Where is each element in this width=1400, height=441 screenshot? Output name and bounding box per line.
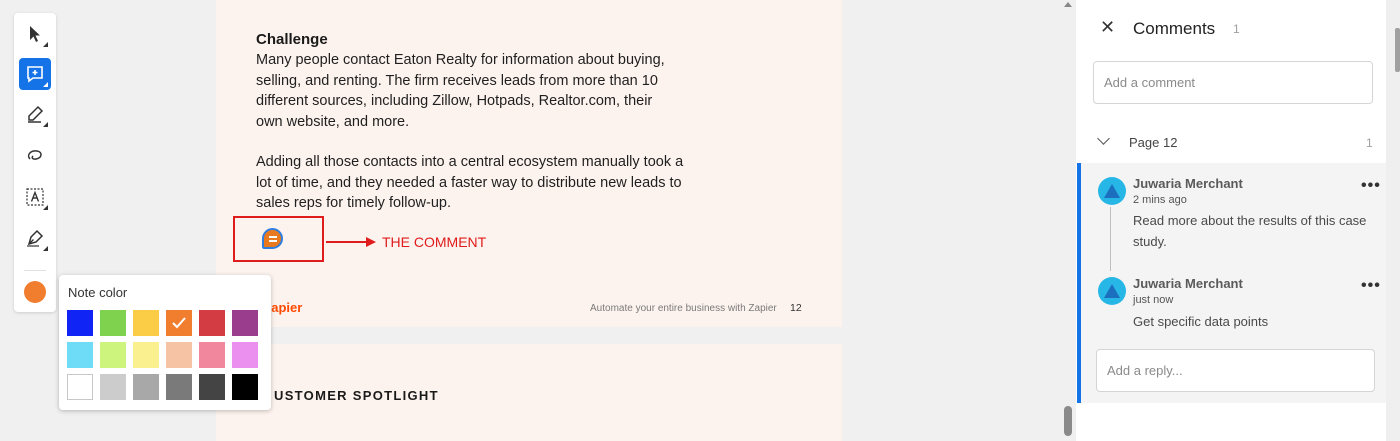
highlight-tool-button[interactable] — [19, 98, 51, 130]
color-swatch[interactable] — [232, 374, 258, 400]
color-swatch[interactable] — [199, 310, 225, 336]
color-swatch[interactable] — [166, 374, 192, 400]
reply-text: Get specific data points — [1133, 314, 1269, 329]
body-paragraph: Many people contact Eaton Realty for inf… — [256, 52, 665, 130]
document-page-12: Challenge Many people contact Eaton Real… — [216, 0, 842, 327]
color-swatch[interactable] — [133, 342, 159, 368]
lasso-freeform-icon — [27, 150, 42, 160]
checkmark-icon — [172, 317, 186, 329]
add-comment-tool-button[interactable] — [19, 58, 51, 90]
sign-tool-button[interactable] — [19, 222, 51, 254]
color-swatch[interactable] — [100, 310, 126, 336]
toolbar-divider — [24, 270, 46, 271]
page-group-label[interactable]: Page 12 — [1129, 135, 1177, 150]
more-options-icon[interactable]: ••• — [1361, 177, 1381, 195]
annotation-arrow-head — [366, 237, 376, 247]
note-color-popover: Note color — [59, 275, 271, 410]
popover-title: Note color — [68, 285, 128, 300]
comment-timestamp: 2 mins ago — [1133, 194, 1187, 206]
footer-page-number: 12 — [790, 302, 802, 314]
document-scroll-thumb[interactable] — [1064, 406, 1072, 436]
footer-text: Automate your entire business with Zapie… — [590, 303, 777, 314]
reply-author: Juwaria Merchant — [1133, 276, 1243, 291]
color-swatch[interactable] — [100, 342, 126, 368]
scroll-up-arrow-icon[interactable] — [1064, 2, 1072, 7]
color-swatch[interactable] — [100, 374, 126, 400]
comment-add-icon — [27, 66, 43, 83]
add-reply-input[interactable]: Add a reply... — [1096, 349, 1375, 392]
reply-timestamp: just now — [1133, 294, 1174, 306]
close-icon[interactable]: ✕ — [1100, 17, 1115, 38]
color-swatch[interactable] — [67, 374, 93, 400]
cursor-arrow-icon — [30, 26, 40, 42]
highlighter-pen-icon — [28, 105, 44, 123]
comments-panel: ✕ Comments 1 Add a comment Page 12 1 Juw… — [1076, 0, 1386, 441]
color-swatch[interactable] — [199, 342, 225, 368]
text-box-icon — [26, 188, 44, 206]
annotation-arrow — [326, 241, 368, 243]
color-swatch[interactable] — [166, 310, 192, 336]
body-paragraph: Adding all those contacts into a central… — [256, 154, 684, 211]
more-options-icon[interactable]: ••• — [1361, 277, 1381, 295]
comment-author: Juwaria Merchant — [1133, 176, 1243, 191]
annotation-toolbar — [14, 13, 56, 312]
comment-text: Read more about the results of this case… — [1133, 213, 1367, 249]
color-swatch[interactable] — [166, 342, 192, 368]
section-heading: Challenge — [256, 31, 328, 48]
select-tool-button[interactable] — [19, 18, 51, 50]
color-swatch[interactable] — [199, 374, 225, 400]
document-scrollbar[interactable] — [1060, 0, 1076, 441]
avatar — [1098, 277, 1126, 305]
document-page-13: USTOMER SPOTLIGHT — [216, 344, 842, 441]
sticky-note-comment-icon[interactable] — [262, 228, 283, 249]
color-swatch[interactable] — [232, 310, 258, 336]
comment-count: 1 — [1233, 22, 1240, 36]
current-color-button[interactable] — [24, 281, 46, 303]
pen-nib-sign-icon — [27, 229, 44, 247]
draw-freeform-tool-button[interactable] — [19, 140, 51, 172]
panel-title: Comments — [1133, 19, 1216, 38]
thread-connector — [1110, 207, 1111, 271]
color-swatch[interactable] — [67, 342, 93, 368]
section-heading: USTOMER SPOTLIGHT — [274, 388, 439, 403]
color-swatch[interactable] — [232, 342, 258, 368]
panel-scroll-thumb[interactable] — [1395, 28, 1400, 72]
color-swatch[interactable] — [67, 310, 93, 336]
page-group-count: 1 — [1366, 136, 1373, 150]
color-swatch[interactable] — [133, 310, 159, 336]
chevron-down-icon[interactable] — [1097, 132, 1110, 145]
avatar — [1098, 177, 1126, 205]
add-text-tool-button[interactable] — [19, 181, 51, 213]
annotation-label: THE COMMENT — [382, 234, 487, 250]
color-swatch[interactable] — [133, 374, 159, 400]
comment-thread[interactable]: Juwaria Merchant 2 mins ago Read more ab… — [1077, 163, 1386, 403]
add-comment-input[interactable]: Add a comment — [1093, 61, 1373, 104]
